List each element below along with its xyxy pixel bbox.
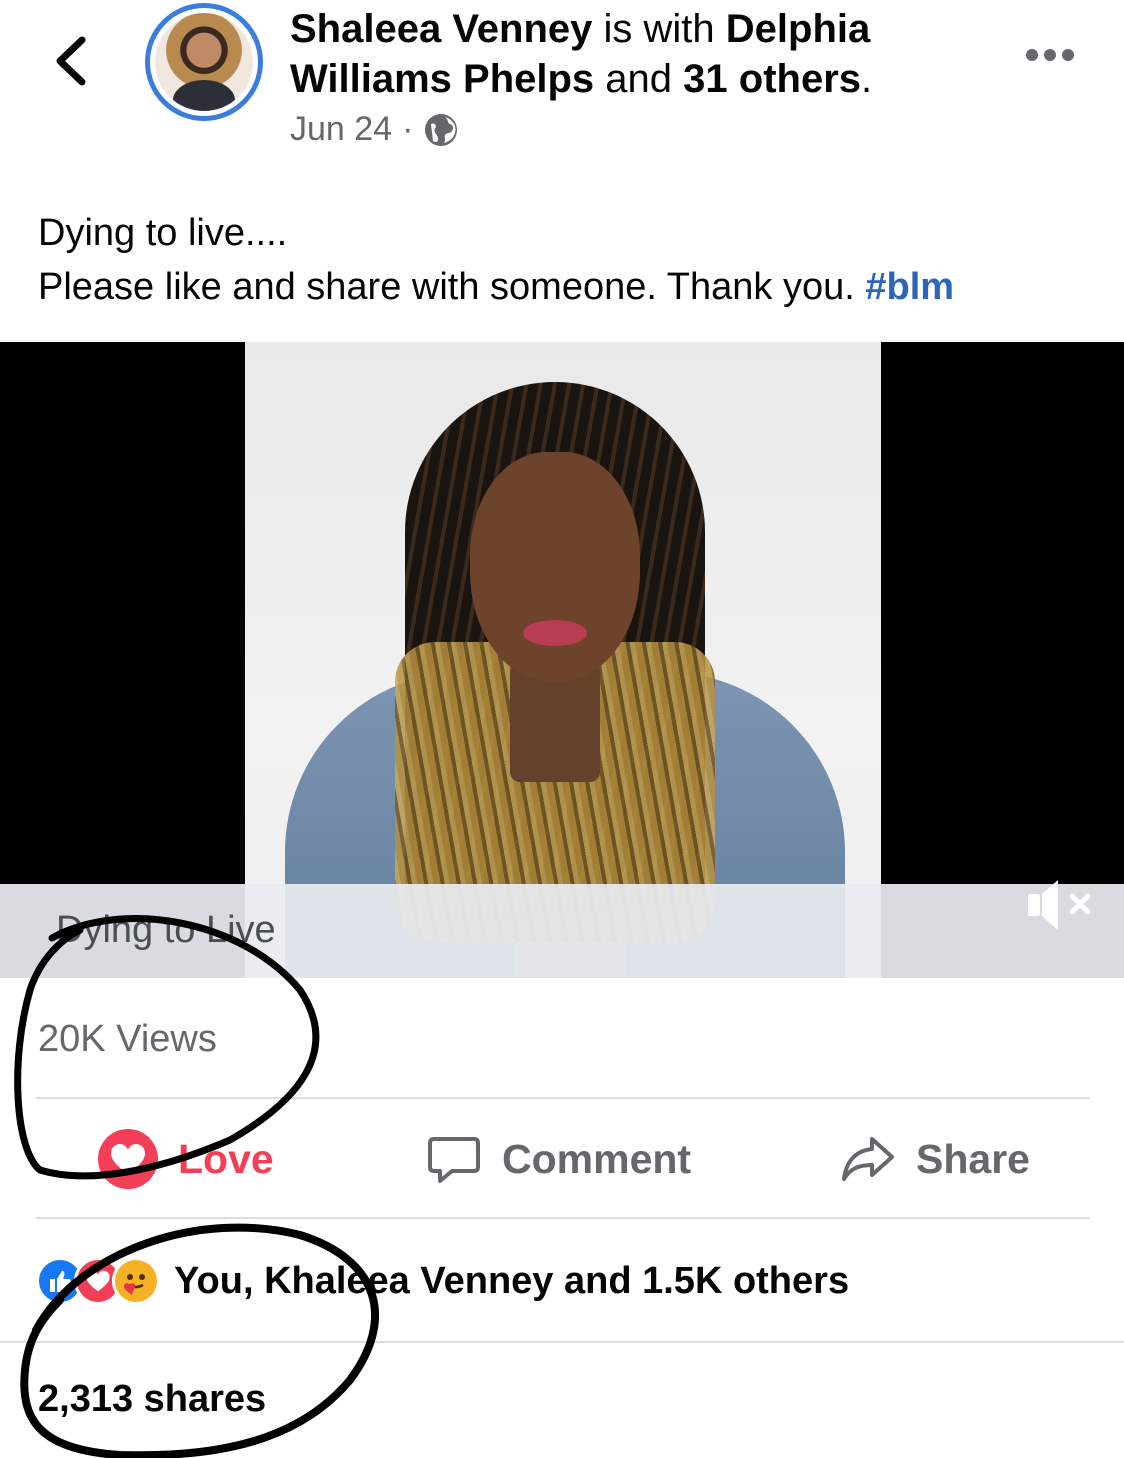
share-label: Share <box>916 1135 1030 1182</box>
speaker-muted-icon <box>1028 880 1091 930</box>
hashtag-link[interactable]: #blm <box>865 266 954 308</box>
love-button[interactable]: Love <box>98 1128 274 1190</box>
comment-label: Comment <box>502 1135 692 1182</box>
globe-icon <box>425 113 458 146</box>
post-header-title: Shaleea Venney is with Delphia Williams … <box>290 7 873 101</box>
video-figure-lips <box>523 620 587 646</box>
post-date[interactable]: Jun 24 <box>290 110 392 149</box>
share-icon <box>842 1137 894 1181</box>
care-reaction-icon <box>112 1257 160 1305</box>
tagged-others[interactable]: 31 others <box>683 57 861 101</box>
more-dots-icon <box>1026 49 1038 61</box>
love-label: Love <box>178 1135 274 1182</box>
more-options-button[interactable] <box>1026 48 1080 72</box>
action-bar: Love Comment Share <box>36 1100 1090 1218</box>
views-count[interactable]: 20K Views <box>38 1018 217 1061</box>
video-figure-face <box>470 452 640 682</box>
author-name[interactable]: Shaleea Venney <box>290 7 592 51</box>
divider <box>36 1097 1090 1099</box>
shares-count[interactable]: 2,313 shares <box>38 1378 266 1421</box>
reactions-summary[interactable]: You, Khaleea Venney and 1.5K others <box>36 1250 849 1312</box>
mute-toggle-button[interactable] <box>1020 874 1100 934</box>
comment-button[interactable]: Comment <box>426 1128 691 1190</box>
post-line-1: Dying to live.... <box>38 212 288 254</box>
love-icon <box>98 1129 158 1189</box>
post-text: Dying to live.... Please like and share … <box>38 206 1108 314</box>
post-meta: Jun 24 · <box>290 110 459 149</box>
reactions-label: You, Khaleea Venney and 1.5K others <box>174 1259 850 1302</box>
avatar-image <box>155 13 253 111</box>
more-dot <box>1062 49 1074 61</box>
chevron-left-icon <box>56 36 86 86</box>
comment-icon <box>428 1137 480 1183</box>
back-button[interactable] <box>50 34 94 88</box>
share-button[interactable]: Share <box>840 1128 1030 1190</box>
divider <box>0 1341 1124 1343</box>
more-dot <box>1044 49 1056 61</box>
avatar[interactable] <box>145 3 263 121</box>
video-frame <box>245 342 881 978</box>
video-caption: Dying to Live <box>56 909 276 951</box>
meta-separator: · <box>402 110 414 148</box>
divider <box>36 1217 1090 1219</box>
post-line-2: Please like and share with someone. Than… <box>38 266 955 308</box>
video-player[interactable]: Dying to Live <box>0 342 1124 978</box>
